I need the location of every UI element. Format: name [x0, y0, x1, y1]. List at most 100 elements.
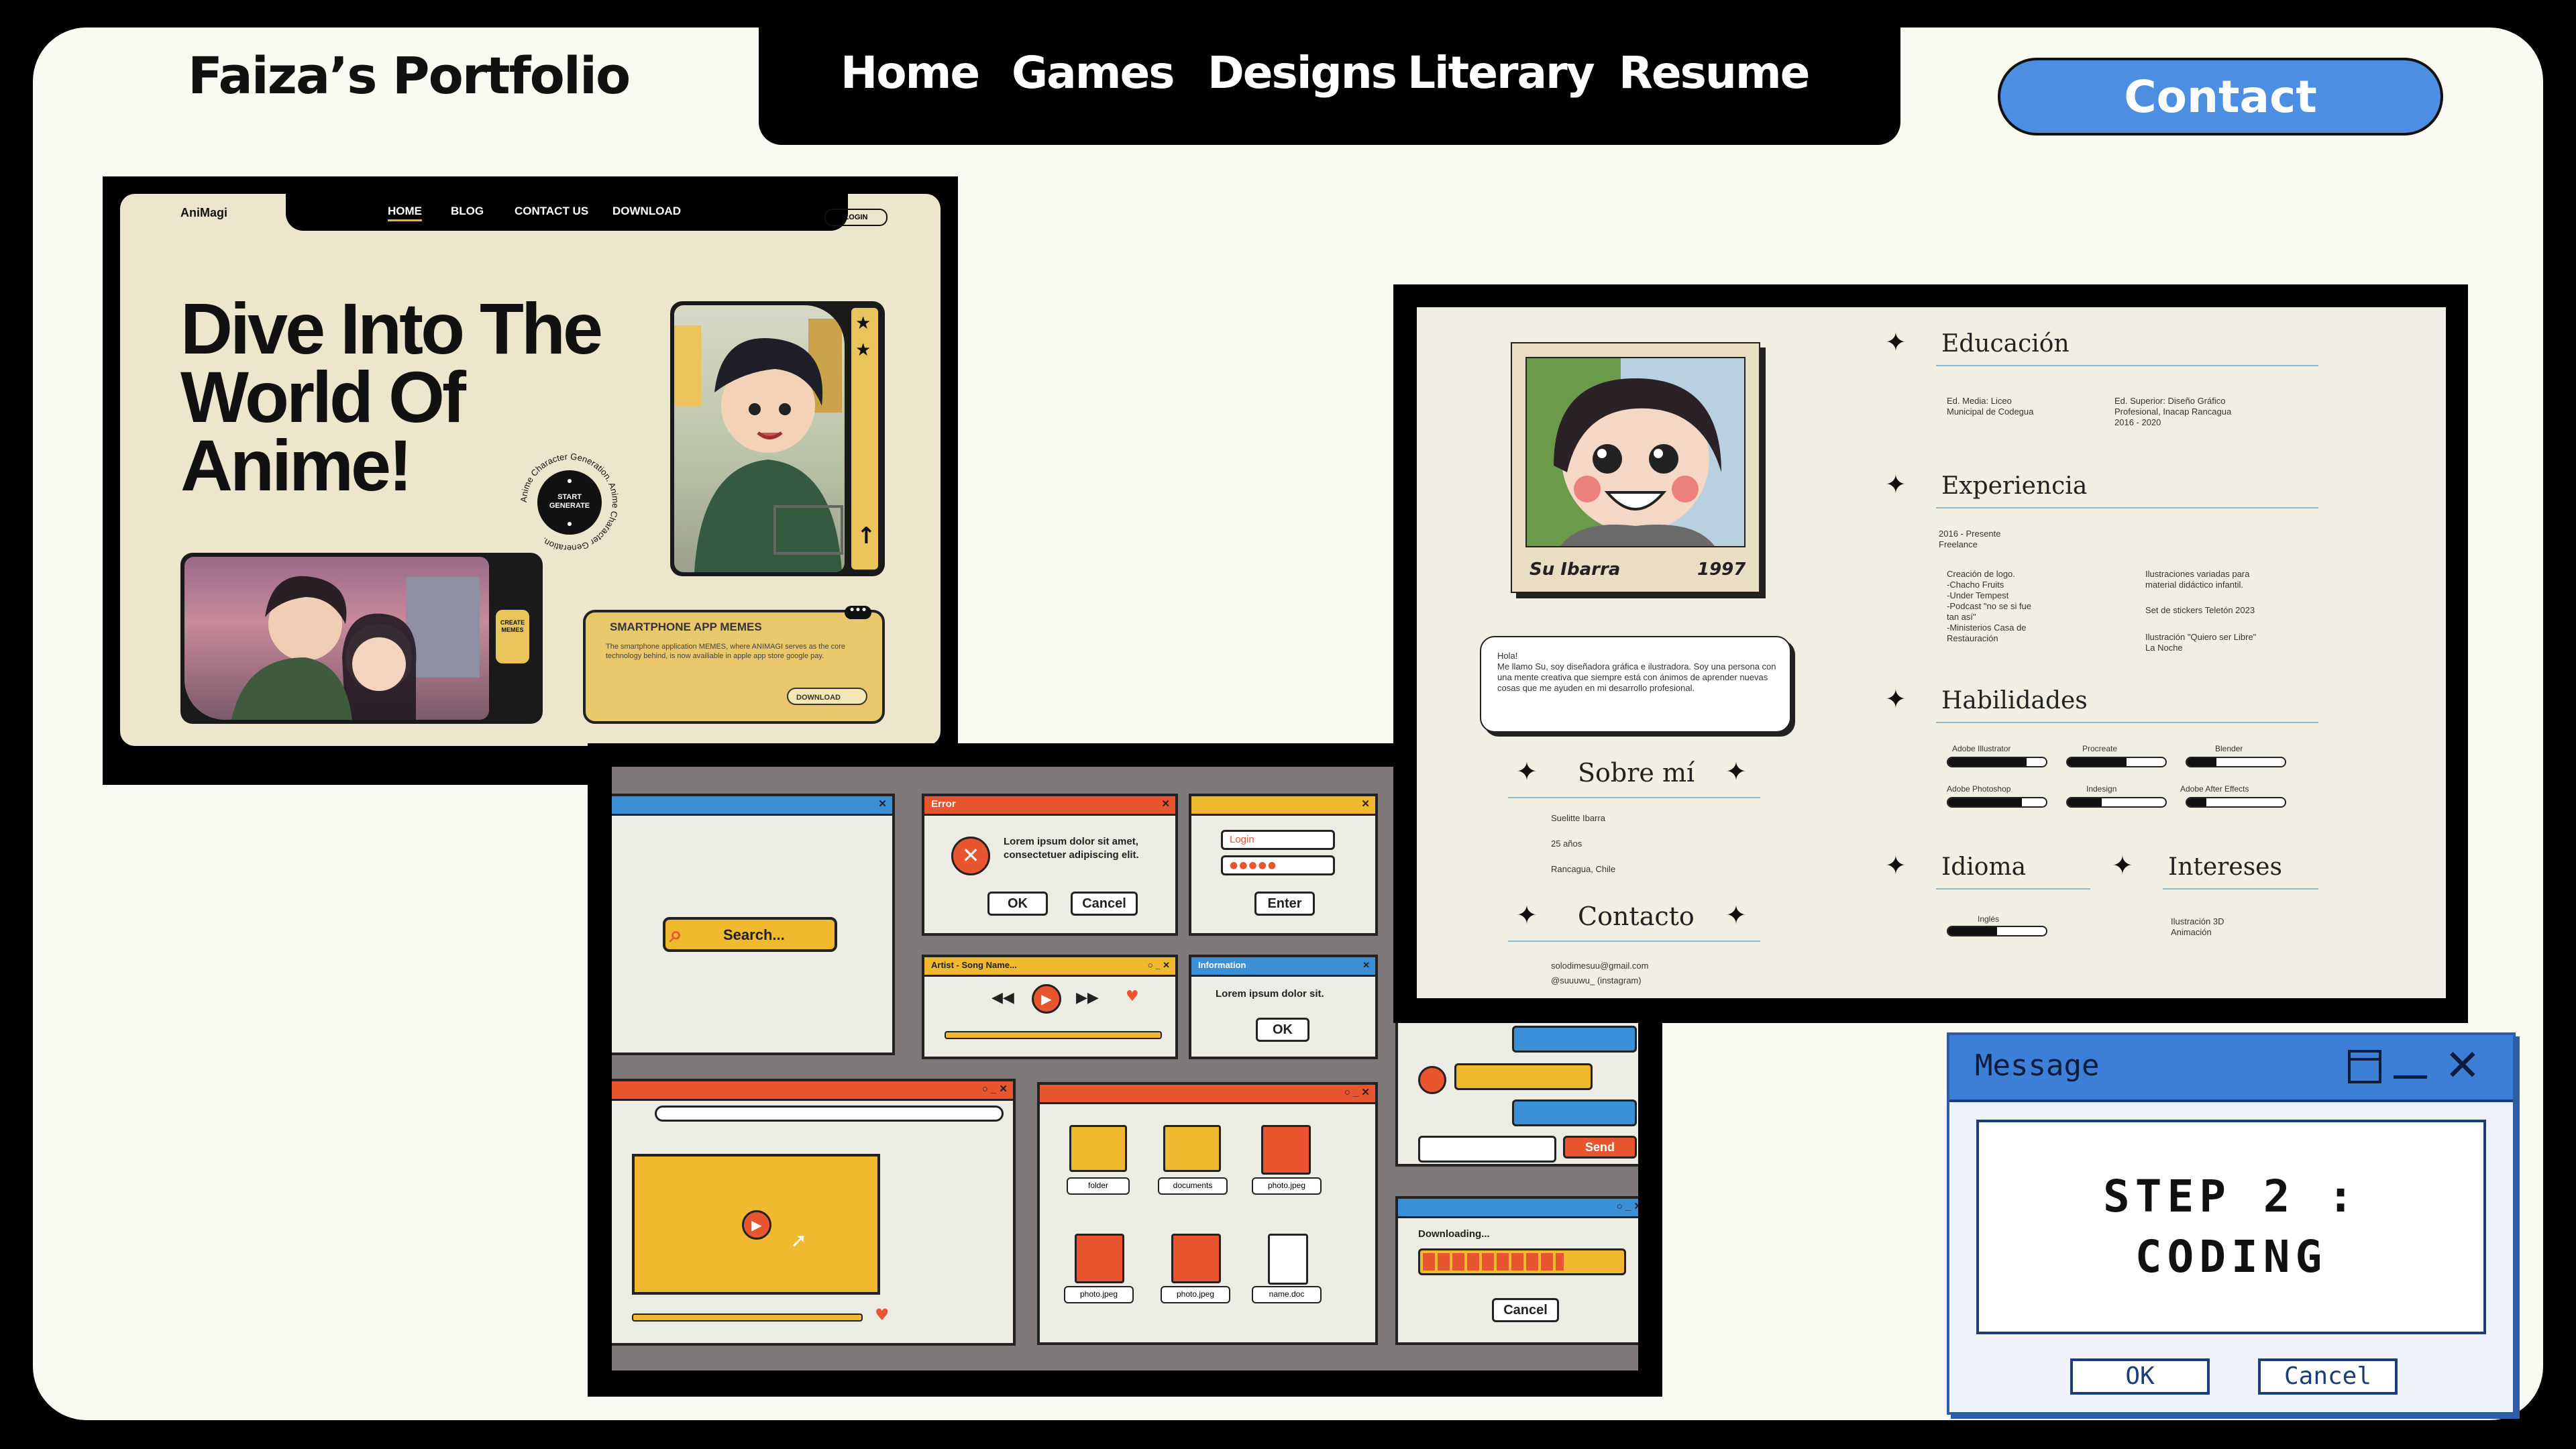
doc-label: name.doc	[1252, 1286, 1322, 1303]
chat-input	[1418, 1136, 1556, 1163]
nav-designs[interactable]: Designs	[1208, 47, 1397, 99]
star-icon: ✦	[1885, 327, 1907, 357]
forward-icon: ▶▶	[1076, 989, 1099, 1006]
window-title-bar: ✕	[1191, 796, 1375, 816]
sobre-line: Rancagua, Chile	[1551, 864, 1616, 874]
send-button: Send	[1563, 1136, 1637, 1159]
skill-label: Procreate	[2082, 744, 2118, 753]
nav-home[interactable]: Home	[841, 47, 980, 99]
video-area: ▶ ➚	[632, 1154, 880, 1295]
window-title-bar: ○ _ ✕	[612, 1081, 1013, 1101]
chat-bubble	[1512, 1026, 1637, 1053]
generate-badge: Anime Character Generation. Anime Charac…	[516, 449, 623, 556]
anime-couple-illustration	[184, 557, 489, 720]
sobre-line: Suelitte Ibarra	[1551, 813, 1605, 823]
educacion-title: Educación	[1941, 330, 2070, 358]
anime-boy-card: ★ ★ ↑	[670, 301, 885, 576]
error-cancel-button: Cancel	[1071, 892, 1138, 916]
skill-label: Blender	[2215, 744, 2243, 753]
app-card-title: SMARTPHONE APP MEMES	[610, 621, 762, 633]
player-progress	[945, 1031, 1162, 1039]
cursor-icon: ➚	[790, 1229, 808, 1252]
photo-label: photo.jpeg	[1064, 1286, 1134, 1303]
site-title[interactable]: Faiza’s Portfolio	[188, 46, 631, 105]
exp-item: Set de stickers Teletón 2023	[2145, 605, 2255, 615]
nav-resume[interactable]: Resume	[1619, 47, 1810, 99]
intereses-title: Intereses	[2168, 853, 2282, 881]
animagi-nav-blog: BLOG	[451, 205, 484, 217]
animagi-brand: AniMagi	[180, 206, 227, 219]
edu-item: Ed. Superior: Diseño Gráfico Profesional…	[2114, 396, 2232, 427]
dialog-cancel-button[interactable]: Cancel	[2258, 1358, 2398, 1395]
window-title-bar: ○ _ ✕	[1040, 1085, 1375, 1104]
animagi-nav-contact: CONTACT US	[515, 205, 589, 217]
nav-literary[interactable]: Literary	[1407, 47, 1595, 99]
idioma-bar	[1947, 926, 2047, 936]
download-cancel-button: Cancel	[1492, 1298, 1559, 1322]
close-icon[interactable]: ✕	[2445, 1039, 2481, 1093]
window-title-bar: Artist - Song Name... ○ _ ✕	[924, 957, 1175, 977]
chat-bubble	[1454, 1063, 1593, 1090]
animagi-login-button: LOGIN	[824, 209, 888, 226]
photo-icon	[1171, 1234, 1221, 1283]
star-icon: ✦	[1885, 470, 1907, 499]
create-memes-label: CREATE MEMES	[500, 619, 525, 633]
info-title: Information	[1198, 960, 1246, 970]
photo-label: photo.jpeg	[1252, 1177, 1322, 1195]
address-bar	[655, 1106, 1004, 1122]
retro-download-window: ○ _ ✕ Downloading... Cancel	[1395, 1196, 1638, 1345]
resume-screenshot: Su Ibarra 1997 Hola! Me llamo Su, soy di…	[1417, 307, 2446, 998]
dialog-line-1: STEP 2 :	[2103, 1171, 2359, 1222]
error-title: Error	[931, 798, 956, 810]
star-icon: ★	[855, 340, 871, 360]
maximize-icon[interactable]	[2348, 1050, 2381, 1083]
star-icon: ✦	[1516, 900, 1538, 930]
exp-item: Ilustración "Quiero ser Libre" La Noche	[2145, 632, 2257, 653]
idioma-label: Inglés	[1978, 914, 2000, 924]
app-download-button: DOWNLOAD	[787, 688, 867, 705]
section-divider	[1936, 722, 2318, 723]
app-card-description: The smartphone application MEMES, where …	[606, 643, 846, 660]
skill-label: Adobe After Effects	[2180, 784, 2249, 794]
error-message: Lorem ipsum dolor sit amet, consectetuer…	[1004, 836, 1139, 861]
retro-chat-window: Send	[1395, 1006, 1638, 1167]
error-ok-button: OK	[987, 892, 1048, 916]
polaroid-year: 1997	[1697, 559, 1746, 580]
intereses-text: Ilustración 3D Animación	[2171, 916, 2224, 937]
skill-bar	[2066, 757, 2167, 767]
error-x-icon: ✕	[951, 837, 990, 875]
animagi-nav-download: DOWNLOAD	[612, 205, 681, 217]
enter-button: Enter	[1254, 892, 1315, 916]
animagi-navbar: HOME BLOG CONTACT US DOWNLOAD	[286, 194, 848, 231]
animagi-nav-home: HOME	[388, 205, 422, 221]
password-field: ●●●●●	[1221, 855, 1335, 875]
contact-button[interactable]: Contact	[1998, 58, 2443, 136]
info-ok-button: OK	[1256, 1018, 1309, 1042]
star-icon: ✦	[2112, 851, 2133, 880]
play-icon: ▶	[1032, 984, 1061, 1014]
player-title: Artist - Song Name...	[931, 960, 1017, 970]
idioma-title: Idioma	[1941, 853, 2027, 881]
dialog-ok-button[interactable]: OK	[2070, 1358, 2210, 1395]
login-field: Login	[1221, 830, 1335, 850]
star-icon: ✦	[1516, 757, 1538, 786]
minimize-icon[interactable]	[2394, 1075, 2427, 1079]
retro-login-window: ✕ Login ●●●●● Enter	[1189, 794, 1378, 936]
documents-label: documents	[1158, 1177, 1228, 1195]
skill-bar	[2066, 797, 2167, 808]
badge-center-text: START GENERATE	[549, 493, 590, 510]
photo-icon	[1261, 1125, 1311, 1175]
documents-folder-icon	[1163, 1125, 1221, 1172]
polaroid: Su Ibarra 1997	[1511, 342, 1760, 593]
retro-browser-window: ○ _ ✕ ▶ ➚ ♥	[612, 1079, 1016, 1346]
intro-bubble: Hola! Me llamo Su, soy diseñadora gráfic…	[1480, 636, 1791, 733]
skill-label: Adobe Photoshop	[1947, 784, 2011, 794]
star-icon: ✦	[1725, 757, 1747, 786]
skill-bar	[1947, 797, 2047, 808]
nav-games[interactable]: Games	[1012, 47, 1175, 99]
skill-label: Indesign	[2086, 784, 2117, 794]
star-icon: ✦	[1725, 900, 1747, 930]
sobre-title: Sobre mí	[1578, 758, 1695, 788]
skill-label: Adobe Illustrator	[1952, 744, 2011, 753]
window-title-bar: ✕	[612, 796, 892, 816]
